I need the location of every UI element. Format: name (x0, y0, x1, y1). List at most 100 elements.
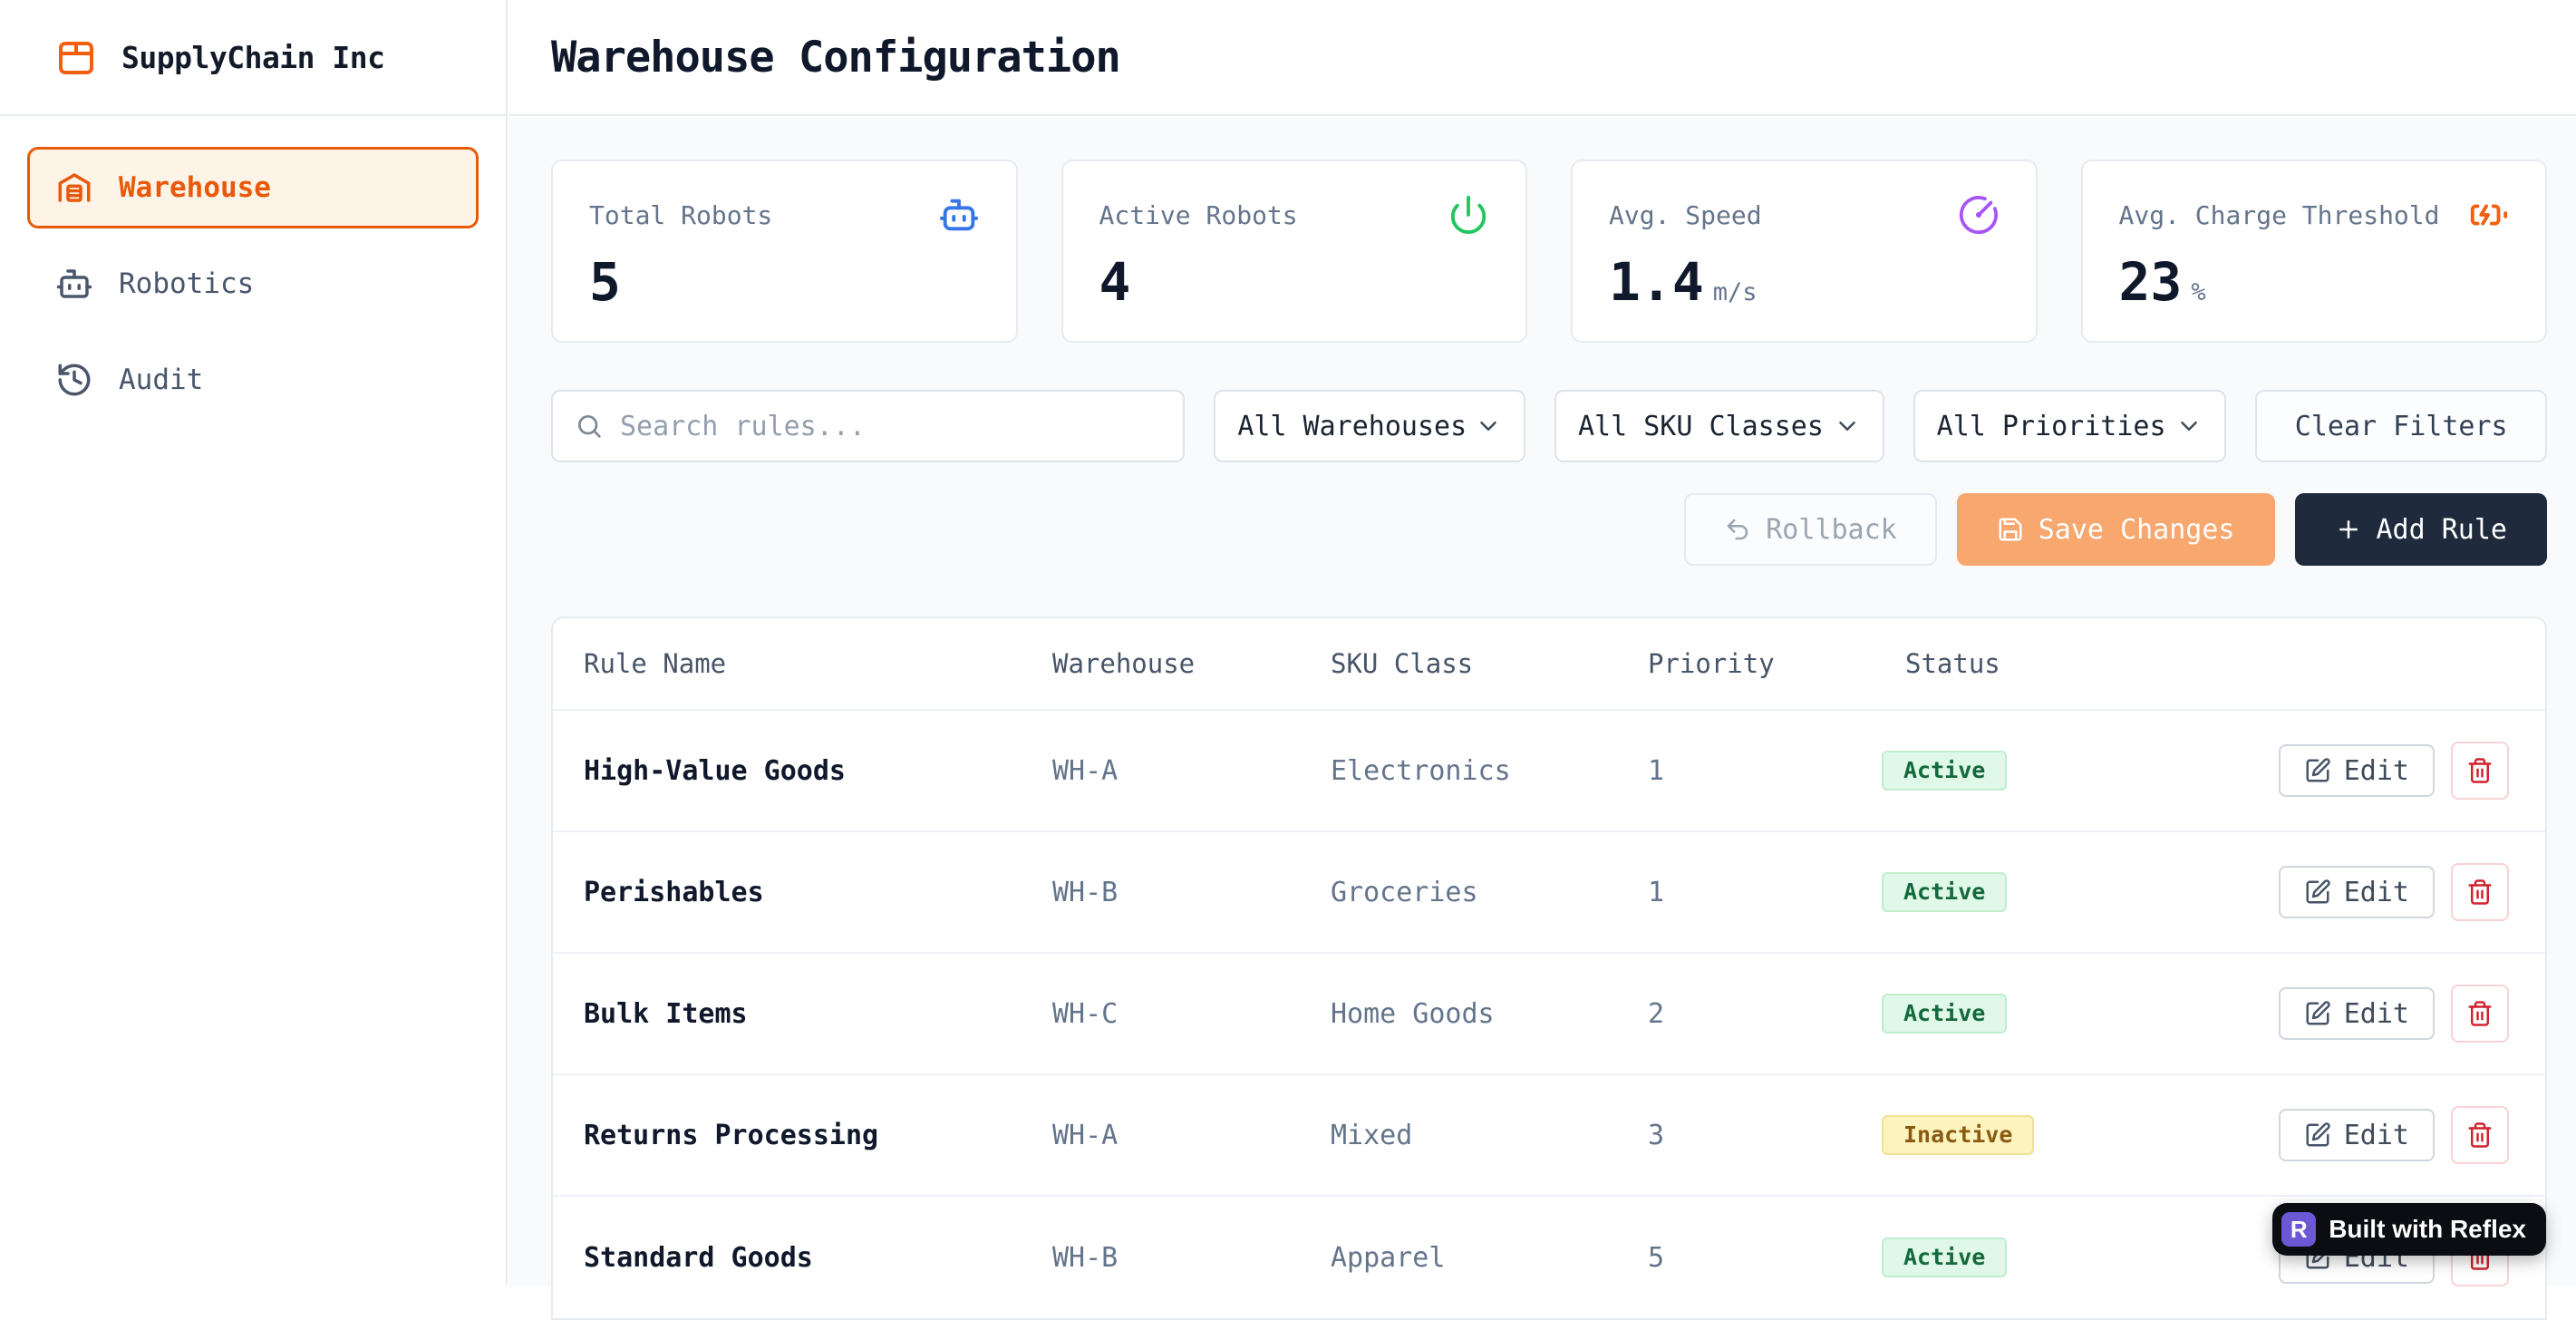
robot-icon (938, 194, 980, 236)
stat-card-total-robots: Total Robots 5 (551, 160, 1018, 343)
rule-priority: 1 (1648, 877, 1882, 908)
rule-sku-class: Apparel (1331, 1242, 1648, 1274)
sidebar-nav: Warehouse Robotics Audit (0, 116, 506, 451)
reflex-logo-icon: R (2281, 1212, 2316, 1247)
row-actions: Edit (2277, 863, 2545, 921)
add-rule-label: Add Rule (2377, 514, 2508, 546)
stat-card-active-robots: Active Robots 4 (1061, 160, 1528, 343)
rule-name: Returns Processing (553, 1120, 1052, 1151)
save-changes-label: Save Changes (2039, 514, 2235, 546)
edit-icon (2304, 1121, 2331, 1149)
edit-label: Edit (2344, 877, 2409, 908)
stat-value: 5 (589, 256, 621, 308)
history-icon (55, 361, 93, 399)
rule-warehouse: WH-A (1052, 1120, 1331, 1151)
sidebar-item-label: Audit (119, 364, 203, 396)
rule-name: High-Value Goods (553, 755, 1052, 787)
sidebar-item-warehouse[interactable]: Warehouse (27, 147, 479, 228)
gauge-icon (1958, 194, 2000, 236)
page-title: Warehouse Configuration (551, 33, 1120, 82)
sidebar-item-audit[interactable]: Audit (27, 339, 479, 421)
stats-row: Total Robots 5 Active Robots 4 (551, 160, 2547, 343)
stat-unit: % (2191, 278, 2205, 306)
delete-button[interactable] (2451, 985, 2509, 1043)
rollback-button[interactable]: Rollback (1684, 493, 1937, 566)
warehouse-filter-select[interactable]: All Warehouses (1214, 390, 1525, 462)
table-row: Standard Goods WH-B Apparel 5 Active Edi… (553, 1197, 2545, 1318)
table-row: Returns Processing WH-A Mixed 3 Inactive… (553, 1075, 2545, 1197)
rule-name: Bulk Items (553, 998, 1052, 1030)
stat-value: 1.4 (1609, 256, 1704, 308)
sidebar-item-label: Robotics (119, 267, 254, 300)
plus-icon (2335, 516, 2362, 543)
reflex-badge-text: Built with Reflex (2329, 1215, 2526, 1244)
stat-label: Avg. Speed (1609, 200, 1762, 230)
edit-button[interactable]: Edit (2279, 744, 2435, 797)
robot-icon (55, 265, 93, 303)
add-rule-button[interactable]: Add Rule (2295, 493, 2548, 566)
table-body: High-Value Goods WH-A Electronics 1 Acti… (553, 711, 2545, 1318)
delete-button[interactable] (2451, 1106, 2509, 1164)
edit-label: Edit (2344, 998, 2409, 1030)
sidebar-item-robotics[interactable]: Robotics (27, 243, 479, 325)
rule-priority: 5 (1648, 1242, 1882, 1274)
table-row: Perishables WH-B Groceries 1 Active Edit (553, 832, 2545, 954)
stat-card-avg-charge-threshold: Avg. Charge Threshold 23 % (2081, 160, 2548, 343)
sku-class-filter-select[interactable]: All SKU Classes (1554, 390, 1884, 462)
rule-warehouse: WH-A (1052, 755, 1331, 787)
delete-button[interactable] (2451, 863, 2509, 921)
rule-priority: 2 (1648, 998, 1882, 1030)
rule-priority: 1 (1648, 755, 1882, 787)
stat-value: 23 (2119, 256, 2183, 308)
built-with-reflex-badge[interactable]: R Built with Reflex (2272, 1203, 2546, 1256)
column-header-rule-name: Rule Name (553, 648, 1052, 679)
warehouse-icon (55, 169, 93, 207)
edit-button[interactable]: Edit (2279, 866, 2435, 918)
rule-sku-class: Electronics (1331, 755, 1648, 787)
column-header-warehouse: Warehouse (1052, 648, 1331, 679)
rule-name: Standard Goods (553, 1242, 1052, 1274)
edit-button[interactable]: Edit (2279, 1109, 2435, 1161)
stat-label: Avg. Charge Threshold (2119, 200, 2440, 230)
search-input[interactable] (620, 411, 1161, 442)
delete-button[interactable] (2451, 742, 2509, 800)
clear-filters-button[interactable]: Clear Filters (2255, 390, 2547, 462)
save-changes-button[interactable]: Save Changes (1957, 493, 2275, 566)
stat-card-avg-speed: Avg. Speed 1.4 m/s (1571, 160, 2038, 343)
status-badge: Active (1882, 1238, 2007, 1277)
search-box (551, 390, 1185, 462)
edit-label: Edit (2344, 755, 2409, 787)
trash-icon (2466, 878, 2494, 906)
clear-filters-label: Clear Filters (2295, 411, 2508, 442)
row-actions: Edit (2277, 985, 2545, 1043)
rule-name: Perishables (553, 877, 1052, 908)
stat-label: Active Robots (1099, 200, 1298, 230)
rule-priority: 3 (1648, 1120, 1882, 1151)
chevron-down-icon (1834, 412, 1861, 440)
sku-filter-value: All SKU Classes (1578, 411, 1824, 442)
status-badge: Active (1882, 872, 2007, 912)
page-header: Warehouse Configuration (509, 0, 2576, 116)
rule-sku-class: Mixed (1331, 1120, 1648, 1151)
edit-button[interactable]: Edit (2279, 987, 2435, 1040)
status-badge: Active (1882, 751, 2007, 791)
stat-unit: m/s (1713, 278, 1758, 306)
warehouse-filter-value: All Warehouses (1237, 411, 1467, 442)
rule-sku-class: Home Goods (1331, 998, 1648, 1030)
undo-icon (1724, 516, 1751, 543)
priority-filter-select[interactable]: All Priorities (1913, 390, 2227, 462)
trash-icon (2466, 1121, 2494, 1149)
rule-sku-class: Groceries (1331, 877, 1648, 908)
sidebar: SupplyChain Inc Warehouse Robotics Au (0, 0, 508, 1286)
company-name: SupplyChain Inc (121, 40, 385, 75)
edit-icon (2304, 1000, 2331, 1027)
rollback-label: Rollback (1766, 514, 1897, 546)
row-actions: Edit (2277, 1106, 2545, 1164)
package-icon (54, 35, 98, 79)
search-icon (575, 412, 604, 441)
action-row: Rollback Save Changes Add Rule (551, 493, 2547, 566)
edit-icon (2304, 878, 2331, 906)
column-header-sku-class: SKU Class (1331, 648, 1648, 679)
save-icon (1997, 516, 2024, 543)
table-row: High-Value Goods WH-A Electronics 1 Acti… (553, 711, 2545, 832)
